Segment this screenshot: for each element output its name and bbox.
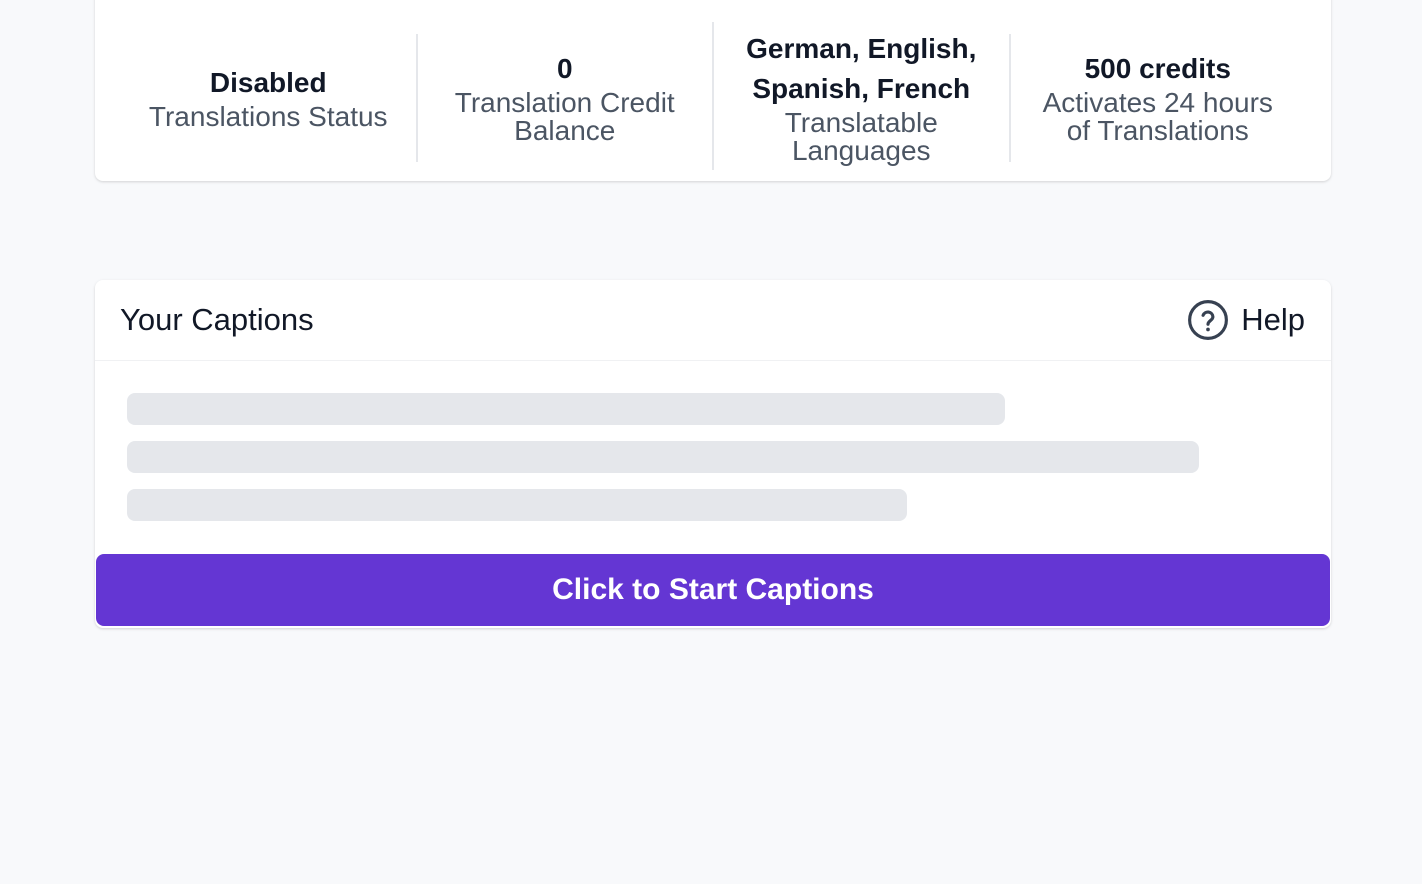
stat-languages: German, English, Spanish, French Transla… xyxy=(714,0,1009,181)
skeleton-line xyxy=(127,393,1005,425)
stat-credit-balance: 0 Translation Credit Balance xyxy=(418,0,713,181)
captions-panel: Your Captions Help Click to Start Captio… xyxy=(95,280,1331,628)
skeleton-line xyxy=(127,441,1199,473)
skeleton-line xyxy=(127,489,907,521)
languages-value: German, English, Spanish, French xyxy=(746,32,977,104)
captions-header: Your Captions Help xyxy=(95,280,1331,361)
credits-offer-label: Activates 24 hours of Translations xyxy=(1042,86,1273,146)
translations-status-label: Translations Status xyxy=(148,100,388,132)
captions-title: Your Captions xyxy=(120,302,314,337)
stat-translations-status: Disabled Translations Status xyxy=(121,0,416,181)
translation-stats-card: Disabled Translations Status 0 Translati… xyxy=(95,0,1331,181)
help-link[interactable]: Help xyxy=(1187,299,1305,341)
stat-credits-offer: 500 credits Activates 24 hours of Transl… xyxy=(1011,0,1306,181)
captions-loading-skeleton xyxy=(95,361,1331,553)
credit-balance-value: 0 xyxy=(556,52,573,84)
question-circle-icon xyxy=(1188,300,1229,340)
translations-status-value: Disabled xyxy=(209,66,327,98)
start-captions-button[interactable]: Click to Start Captions xyxy=(96,554,1330,626)
languages-label: Translatable Languages xyxy=(784,106,938,166)
credit-balance-label: Translation Credit Balance xyxy=(454,86,675,146)
credits-offer-value: 500 credits xyxy=(1084,52,1231,84)
help-label: Help xyxy=(1241,302,1305,337)
